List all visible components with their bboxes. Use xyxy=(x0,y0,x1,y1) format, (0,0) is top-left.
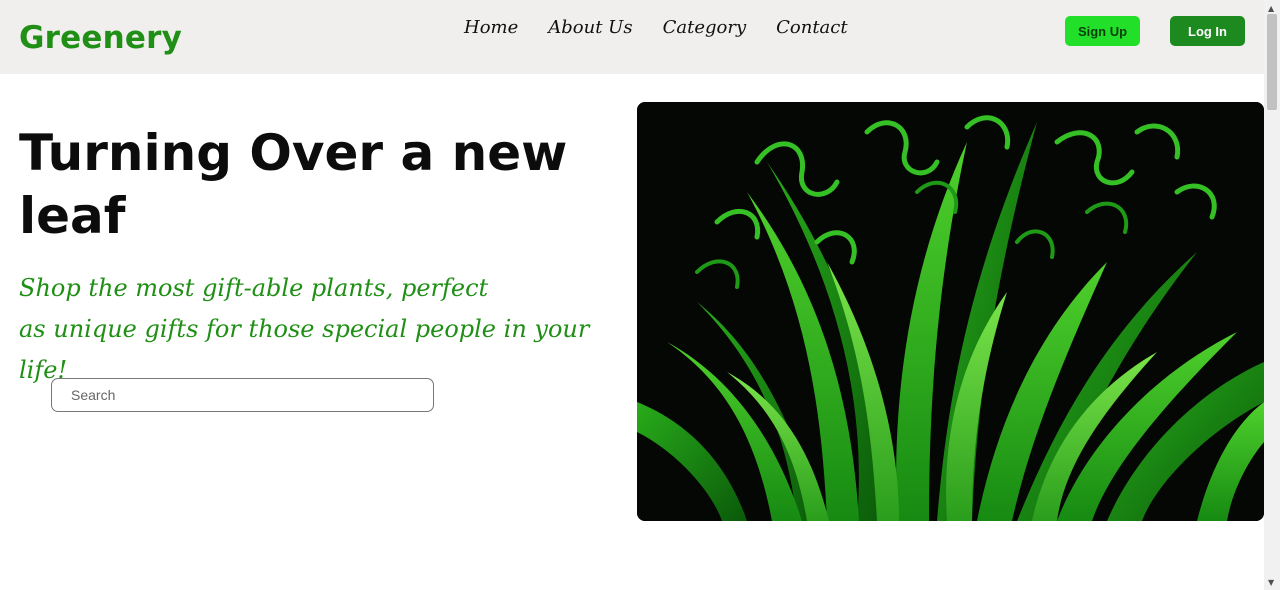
scrollbar-thumb[interactable] xyxy=(1267,14,1277,110)
hero-subtitle: Shop the most gift-able plants, perfect … xyxy=(19,268,619,391)
nav-link-contact[interactable]: Contact xyxy=(776,17,847,38)
hero-title: Turning Over a new leaf xyxy=(19,124,568,245)
hero-subtitle-line-2: as unique gifts for those special people… xyxy=(19,315,590,384)
log-in-button[interactable]: Log In xyxy=(1170,16,1245,46)
chevron-down-icon[interactable]: ▼ xyxy=(1268,578,1274,587)
hero-plant-image xyxy=(637,102,1264,521)
brand-logo[interactable]: Greenery xyxy=(19,20,182,56)
chevron-up-icon[interactable]: ▲ xyxy=(1268,4,1274,13)
search-input[interactable] xyxy=(51,378,434,412)
nav-link-about-us[interactable]: About Us xyxy=(548,17,632,38)
hero-subtitle-line-1: Shop the most gift-able plants, perfect xyxy=(19,274,489,302)
nav-link-home[interactable]: Home xyxy=(464,17,518,38)
page-scrollbar[interactable]: ▲ ▼ xyxy=(1264,0,1280,590)
nav-link-category[interactable]: Category xyxy=(663,17,747,38)
sign-up-button[interactable]: Sign Up xyxy=(1065,16,1140,46)
grass-illustration xyxy=(637,102,1264,521)
main-nav: Home About Us Category Contact xyxy=(464,17,848,38)
navbar: Greenery Home About Us Category Contact … xyxy=(0,0,1264,74)
